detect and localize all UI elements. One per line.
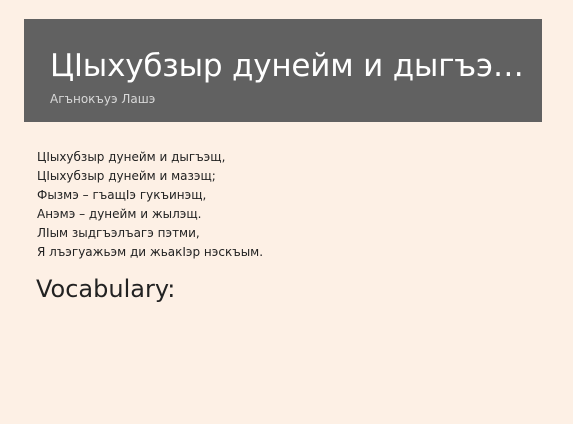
poem-line: Анэмэ – дунейм и жылэщ.	[37, 207, 202, 221]
poem-line: Фызмэ – гъащIэ гукъинэщ,	[37, 188, 207, 202]
poem-line: Я лъэгуажьэм ди жьакIэр нэскъым.	[37, 245, 264, 259]
poem-line: ЛIым зыдгъэлъагэ пэтми,	[37, 226, 200, 240]
poem-line: ЦIыхубзыр дунейм и мазэщ;	[37, 169, 216, 183]
poem-text: ЦIыхубзыр дунейм и дыгъэщ, ЦIыхубзыр дун…	[37, 148, 537, 262]
page-header: ЦIыхубзыр дунейм и дыгъэщ… Агънокъуэ Лаш…	[24, 19, 542, 122]
vocabulary-heading: Vocabulary:	[36, 275, 176, 303]
poem-line: ЦIыхубзыр дунейм и дыгъэщ,	[37, 150, 226, 164]
author-name: Агънокъуэ Лашэ	[50, 92, 156, 106]
page-title: ЦIыхубзыр дунейм и дыгъэщ…	[50, 48, 540, 84]
